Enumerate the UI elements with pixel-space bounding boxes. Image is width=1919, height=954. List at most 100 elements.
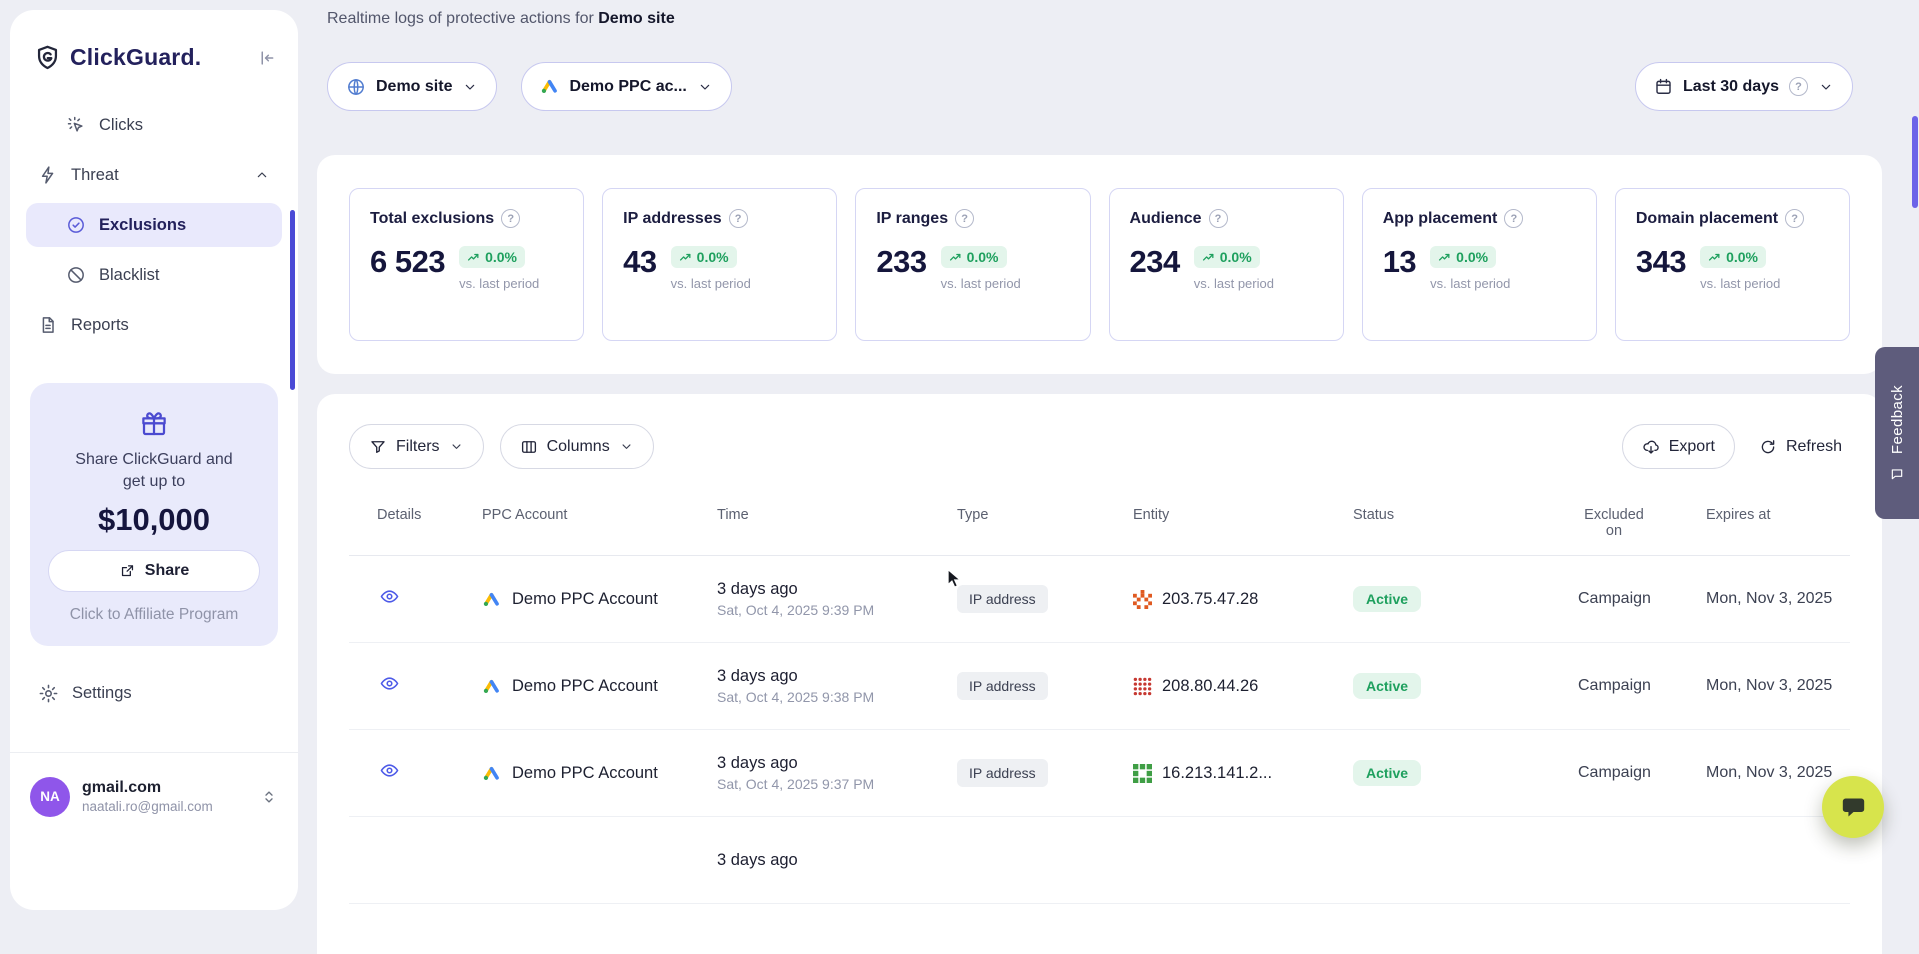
globe-icon <box>346 77 366 97</box>
affiliate-link[interactable]: Click to Affiliate Program <box>48 606 260 624</box>
sidebar: ClickGuard. Clicks Threat Exclusions <box>10 10 298 910</box>
ban-icon <box>66 265 86 285</box>
excluded-on-value: Campaign <box>1578 764 1706 782</box>
column-header-details: Details <box>377 507 482 523</box>
stat-card-total-exclusions: Total exclusions? 6 523 0.0% vs. last pe… <box>349 188 584 341</box>
time-relative: 3 days ago <box>717 580 957 599</box>
sidebar-item-threat[interactable]: Threat <box>26 153 282 197</box>
site-selector[interactable]: Demo site <box>327 62 497 111</box>
sidebar-item-reports[interactable]: Reports <box>26 303 282 347</box>
chevron-down-icon <box>462 79 478 95</box>
share-button[interactable]: Share <box>48 550 260 592</box>
stat-label: Audience <box>1130 210 1202 228</box>
feedback-tab[interactable]: Feedback <box>1875 347 1919 519</box>
chat-bubble-icon <box>1840 794 1867 821</box>
share-button-label: Share <box>145 562 189 580</box>
status-badge: Active <box>1353 760 1421 786</box>
column-header-ppc-account: PPC Account <box>482 507 717 523</box>
stat-caption: vs. last period <box>459 276 539 291</box>
gear-icon <box>38 683 59 704</box>
stat-card-ip-addresses: IP addresses? 43 0.0% vs. last period <box>602 188 837 341</box>
page-scrollbar-thumb[interactable] <box>1912 116 1918 208</box>
excluded-on-value: Campaign <box>1578 677 1706 695</box>
help-icon[interactable]: ? <box>1785 209 1804 228</box>
stat-card-audience: Audience? 234 0.0% vs. last period <box>1109 188 1344 341</box>
help-icon[interactable]: ? <box>1209 209 1228 228</box>
subtitle-site-name: Demo site <box>598 10 674 27</box>
stat-value: 43 <box>623 246 656 277</box>
badge-check-icon <box>66 215 86 235</box>
time-relative: 3 days ago <box>717 754 957 773</box>
stats-panel: Total exclusions? 6 523 0.0% vs. last pe… <box>317 155 1882 374</box>
stat-value: 233 <box>876 246 926 277</box>
columns-button[interactable]: Columns <box>500 424 654 469</box>
expires-at-value: Mon, Nov 3, 2025 <box>1706 677 1850 695</box>
sidebar-item-label: Blacklist <box>99 266 160 285</box>
feedback-bug-icon <box>1890 467 1904 481</box>
help-icon[interactable]: ? <box>955 209 974 228</box>
chevron-up-icon <box>254 167 270 183</box>
help-icon[interactable]: ? <box>1504 209 1523 228</box>
help-icon[interactable]: ? <box>1789 77 1808 96</box>
chevron-down-icon <box>449 439 464 454</box>
google-ads-icon <box>482 591 501 608</box>
sidebar-item-clicks[interactable]: Clicks <box>26 103 282 147</box>
columns-button-label: Columns <box>547 438 610 456</box>
sidebar-item-exclusions[interactable]: Exclusions <box>26 203 282 247</box>
view-details-eye-icon[interactable] <box>379 760 400 781</box>
affiliate-promo-card: Share ClickGuard and get up to $10,000 S… <box>30 383 278 646</box>
account-selector-label: Demo PPC ac... <box>569 78 686 96</box>
table-row-partial: 3 days ago <box>349 817 1850 904</box>
external-link-icon <box>119 562 136 579</box>
chevron-up-down-icon <box>260 788 278 806</box>
subtitle-text: Realtime logs of protective actions for <box>327 10 594 27</box>
entity-value: 208.80.44.26 <box>1162 677 1258 696</box>
google-ads-icon <box>540 78 559 95</box>
refresh-icon <box>1759 438 1777 456</box>
user-menu[interactable]: NA gmail.com naatali.ro@gmail.com <box>10 753 298 817</box>
entity-identicon <box>1133 677 1152 696</box>
time-absolute: Sat, Oct 4, 2025 9:39 PM <box>717 602 957 618</box>
refresh-button[interactable]: Refresh <box>1751 424 1850 469</box>
table-toolbar: Filters Columns Export Refresh <box>349 424 1850 469</box>
chevron-down-icon <box>697 79 713 95</box>
promo-text: Share ClickGuard and get up to <box>48 449 260 494</box>
stat-label: App placement <box>1383 210 1498 228</box>
collapse-sidebar-icon[interactable] <box>256 48 276 68</box>
ppc-account-name: Demo PPC Account <box>512 677 658 696</box>
filters-button[interactable]: Filters <box>349 424 484 469</box>
table-row: Demo PPC Account 3 days ago Sat, Oct 4, … <box>349 730 1850 817</box>
view-details-eye-icon[interactable] <box>379 586 400 607</box>
type-badge: IP address <box>957 585 1048 613</box>
stat-label: IP ranges <box>876 210 948 228</box>
trend-badge: 0.0% <box>941 246 1007 268</box>
column-header-expires-at: Expires at <box>1706 507 1850 523</box>
sidebar-nav-scrollbar[interactable] <box>290 210 295 390</box>
help-icon[interactable]: ? <box>729 209 748 228</box>
promo-amount: $10,000 <box>48 502 260 538</box>
avatar: NA <box>30 777 70 817</box>
entity-identicon <box>1133 764 1152 783</box>
expires-at-value: Mon, Nov 3, 2025 <box>1706 764 1850 782</box>
chevron-down-icon <box>619 439 634 454</box>
sidebar-item-settings[interactable]: Settings <box>26 672 282 716</box>
column-header-entity: Entity <box>1133 507 1353 523</box>
sidebar-item-blacklist[interactable]: Blacklist <box>26 253 282 297</box>
date-range-selector[interactable]: Last 30 days ? <box>1635 62 1853 111</box>
stat-card-domain-placement: Domain placement? 343 0.0% vs. last peri… <box>1615 188 1850 341</box>
chevron-down-icon <box>1818 79 1834 95</box>
google-ads-icon <box>482 765 501 782</box>
exclusions-table-panel: Filters Columns Export Refresh Details P… <box>317 394 1882 954</box>
account-selector[interactable]: Demo PPC ac... <box>521 62 731 111</box>
column-header-excluded-on: Excluded on <box>1578 507 1706 539</box>
ppc-account-name: Demo PPC Account <box>512 764 658 783</box>
help-icon[interactable]: ? <box>501 209 520 228</box>
stat-label: Total exclusions <box>370 210 494 228</box>
table-header-row: Details PPC Account Time Type Entity Sta… <box>349 507 1850 556</box>
chat-launcher-button[interactable] <box>1822 776 1884 838</box>
stat-value: 234 <box>1130 246 1180 277</box>
refresh-button-label: Refresh <box>1786 438 1842 456</box>
sidebar-item-label: Clicks <box>99 116 143 135</box>
view-details-eye-icon[interactable] <box>379 673 400 694</box>
export-button[interactable]: Export <box>1622 424 1735 469</box>
